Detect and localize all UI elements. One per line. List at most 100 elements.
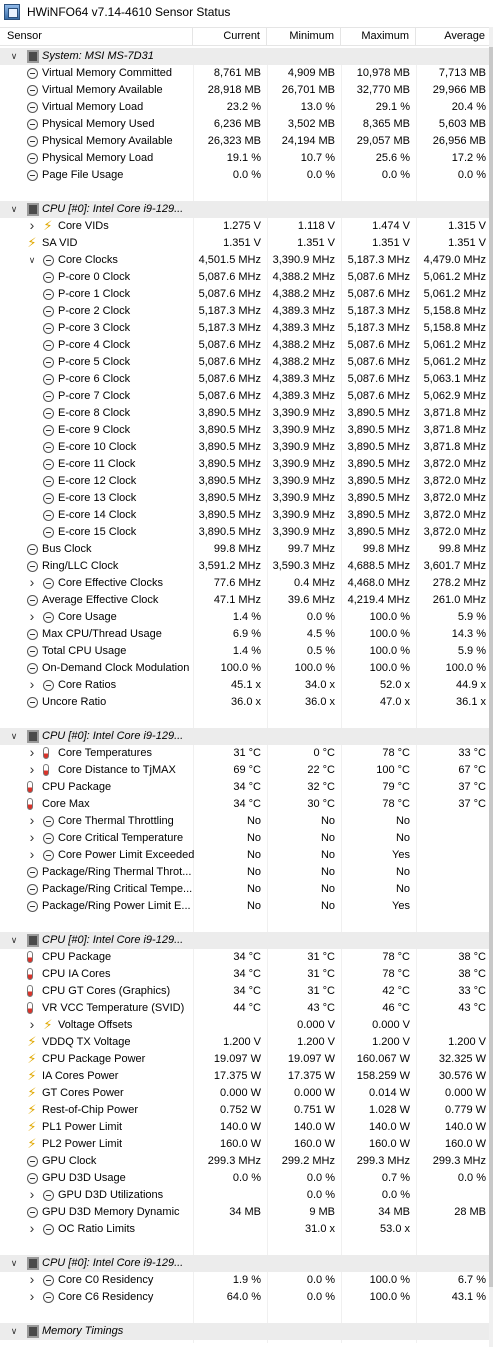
column-header-average[interactable]: Average <box>416 28 489 46</box>
expand-chevron-icon[interactable] <box>27 813 37 830</box>
sensor-row[interactable]: CPU Package 34 °C 32 °C 79 °C 37 °C <box>0 779 489 796</box>
sensor-row[interactable]: ⚡ VDDQ TX Voltage 1.200 V 1.200 V 1.200 V 1.2… <box>0 1034 489 1051</box>
sensor-row[interactable]: CPU IA Cores 34 °C 31 °C 78 °C 38 °C <box>0 966 489 983</box>
sensor-group-row[interactable]: System: MSI MS-7D31 <box>0 48 489 65</box>
sensor-row[interactable]: Virtual Memory Load 23.2 % 13.0 % 29.1 % 20.… <box>0 99 489 116</box>
sensor-row[interactable]: ⚡ IA Cores Power 17.375 W 17.375 W 158.259 W… <box>0 1068 489 1085</box>
expand-chevron-icon[interactable] <box>27 1017 37 1034</box>
sensor-row[interactable]: OC Ratio Limits 31.0 x 53.0 x <box>0 1221 489 1238</box>
sensor-row[interactable]: Physical Memory Load 19.1 % 10.7 % 25.6 % 17… <box>0 150 489 167</box>
sensor-row[interactable]: P-core 3 Clock 5,187.3 MHz 4,389.3 MHz 5,18… <box>0 320 489 337</box>
sensor-row[interactable]: E-core 10 Clock 3,890.5 MHz 3,390.9 MHz 3,8… <box>0 439 489 456</box>
sensor-row[interactable]: Virtual Memory Committed 8,761 MB 4,909 MB… <box>0 65 489 82</box>
column-header-minimum[interactable]: Minimum <box>267 28 341 46</box>
sensor-row[interactable]: P-core 7 Clock 5,087.6 MHz 4,389.3 MHz 5,08… <box>0 388 489 405</box>
vertical-scrollbar[interactable] <box>489 27 493 1347</box>
collapse-chevron-icon[interactable] <box>9 1255 19 1272</box>
sensor-row[interactable]: ⚡ GT Cores Power 0.000 W 0.000 W 0.014 W 0.00… <box>0 1085 489 1102</box>
sensor-row[interactable]: Package/Ring Power Limit E... No No Yes <box>0 898 489 915</box>
sensor-row[interactable]: ⚡ Voltage Offsets 0.000 V 0.000 V <box>0 1017 489 1034</box>
sensor-row[interactable]: E-core 15 Clock 3,890.5 MHz 3,390.9 MHz 3,8… <box>0 524 489 541</box>
sensor-row[interactable]: ⚡ SA VID 1.351 V 1.351 V 1.351 V 1.351 V <box>0 235 489 252</box>
collapse-chevron-icon[interactable] <box>9 201 19 218</box>
sensor-row[interactable]: Ring/LLC Clock 3,591.2 MHz 3,590.3 MHz 4,68… <box>0 558 489 575</box>
expand-chevron-icon[interactable] <box>27 1221 37 1238</box>
sensor-row[interactable]: P-core 2 Clock 5,187.3 MHz 4,389.3 MHz 5,18… <box>0 303 489 320</box>
sensor-row[interactable]: CPU Package 34 °C 31 °C 78 °C 38 °C <box>0 949 489 966</box>
sensor-row[interactable]: P-core 0 Clock 5,087.6 MHz 4,388.2 MHz 5,08… <box>0 269 489 286</box>
sensor-row[interactable]: Core C0 Residency 1.9 % 0.0 % 100.0 % 6.7 % <box>0 1272 489 1289</box>
column-header-sensor[interactable]: Sensor <box>0 28 193 46</box>
sensor-row[interactable]: Virtual Memory Available 28,918 MB 26,701 … <box>0 82 489 99</box>
sensor-row[interactable]: ⚡ Rest-of-Chip Power 0.752 W 0.751 W 1.028 W… <box>0 1102 489 1119</box>
sensor-row[interactable]: Core Ratios 45.1 x 34.0 x 52.0 x 44.9 x <box>0 677 489 694</box>
sensor-row[interactable]: E-core 14 Clock 3,890.5 MHz 3,390.9 MHz 3,8… <box>0 507 489 524</box>
collapse-chevron-icon[interactable] <box>9 48 19 65</box>
sensor-row[interactable]: Physical Memory Used 6,236 MB 3,502 MB 8,36… <box>0 116 489 133</box>
expand-chevron-icon[interactable] <box>27 1289 37 1306</box>
sensor-row[interactable]: E-core 11 Clock 3,890.5 MHz 3,390.9 MHz 3,8… <box>0 456 489 473</box>
sensor-row[interactable]: Core C6 Residency 64.0 % 0.0 % 100.0 % 43.1 … <box>0 1289 489 1306</box>
sensor-group-row[interactable]: CPU [#0]: Intel Core i9-129... <box>0 932 489 949</box>
sensor-row[interactable]: Core Effective Clocks 77.6 MHz 0.4 MHz 4,46… <box>0 575 489 592</box>
sensor-row[interactable]: Package/Ring Thermal Throt... No No No <box>0 864 489 881</box>
expand-chevron-icon[interactable] <box>27 575 37 592</box>
collapse-chevron-icon[interactable] <box>9 728 19 745</box>
column-header-current[interactable]: Current <box>193 28 267 46</box>
sensor-row[interactable]: Core Distance to TjMAX 69 °C 22 °C 100 °C 67… <box>0 762 489 779</box>
sensor-row[interactable]: Physical Memory Available 26,323 MB 24,194… <box>0 133 489 150</box>
expand-chevron-icon[interactable] <box>27 762 37 779</box>
collapse-chevron-icon[interactable] <box>9 932 19 949</box>
sensor-row[interactable]: VR VCC Temperature (SVID) 44 °C 43 °C 46 °C… <box>0 1000 489 1017</box>
sensor-group-row[interactable]: CPU [#0]: Intel Core i9-129... <box>0 728 489 745</box>
expand-chevron-icon[interactable] <box>27 847 37 864</box>
sensor-row[interactable]: E-core 12 Clock 3,890.5 MHz 3,390.9 MHz 3,8… <box>0 473 489 490</box>
sensor-row[interactable]: Bus Clock 99.8 MHz 99.7 MHz 99.8 MHz 99.8 MH… <box>0 541 489 558</box>
sensor-row[interactable]: ⚡ Core VIDs 1.275 V 1.118 V 1.474 V 1.315 V <box>0 218 489 235</box>
sensor-row[interactable]: ⚡ PL1 Power Limit 140.0 W 140.0 W 140.0 W 140… <box>0 1119 489 1136</box>
sensor-row[interactable]: Package/Ring Critical Tempe... No No No <box>0 881 489 898</box>
expand-chevron-icon[interactable] <box>27 677 37 694</box>
collapse-chevron-icon[interactable] <box>9 1323 19 1340</box>
clock-icon <box>27 1207 38 1218</box>
sensor-row[interactable]: Uncore Ratio 36.0 x 36.0 x 47.0 x 36.1 x <box>0 694 489 711</box>
sensor-row[interactable]: CPU GT Cores (Graphics) 34 °C 31 °C 42 °C 33… <box>0 983 489 1000</box>
sensor-row[interactable]: P-core 6 Clock 5,087.6 MHz 4,389.3 MHz 5,08… <box>0 371 489 388</box>
sensor-row[interactable]: Core Clocks 4,501.5 MHz 3,390.9 MHz 5,187.3… <box>0 252 489 269</box>
sensor-row[interactable]: ⚡ CPU Package Power 19.097 W 19.097 W 160.06… <box>0 1051 489 1068</box>
sensor-row[interactable]: GPU D3D Utilizations 0.0 % 0.0 % <box>0 1187 489 1204</box>
expand-chevron-icon[interactable] <box>27 609 37 626</box>
expand-chevron-icon[interactable] <box>27 218 37 235</box>
column-header-maximum[interactable]: Maximum <box>341 28 416 46</box>
sensor-group-row[interactable]: Memory Timings <box>0 1323 489 1340</box>
sensor-row[interactable]: Core Temperatures 31 °C 0 °C 78 °C 33 °C <box>0 745 489 762</box>
sensor-row[interactable]: P-core 1 Clock 5,087.6 MHz 4,388.2 MHz 5,08… <box>0 286 489 303</box>
sensor-row[interactable]: ⚡ PL2 Power Limit 160.0 W 160.0 W 160.0 W 160… <box>0 1136 489 1153</box>
expand-chevron-icon[interactable] <box>27 745 37 762</box>
sensor-row[interactable]: Core Thermal Throttling No No No <box>0 813 489 830</box>
sensor-row[interactable]: E-core 13 Clock 3,890.5 MHz 3,390.9 MHz 3,8… <box>0 490 489 507</box>
sensor-row[interactable]: Core Usage 1.4 % 0.0 % 100.0 % 5.9 % <box>0 609 489 626</box>
sensor-row[interactable]: E-core 8 Clock 3,890.5 MHz 3,390.9 MHz 3,89… <box>0 405 489 422</box>
collapse-chevron-icon[interactable] <box>27 252 37 269</box>
sensor-row[interactable]: P-core 5 Clock 5,087.6 MHz 4,388.2 MHz 5,08… <box>0 354 489 371</box>
sensor-row[interactable]: GPU Clock 299.3 MHz 299.2 MHz 299.3 MHz 299.… <box>0 1153 489 1170</box>
sensor-row[interactable]: Core Max 34 °C 30 °C 78 °C 37 °C <box>0 796 489 813</box>
sensor-row[interactable]: Total CPU Usage 1.4 % 0.5 % 100.0 % 5.9 % <box>0 643 489 660</box>
sensor-row[interactable]: On-Demand Clock Modulation 100.0 % 100.0 %… <box>0 660 489 677</box>
expand-chevron-icon[interactable] <box>27 1272 37 1289</box>
sensor-row[interactable]: Max CPU/Thread Usage 6.9 % 4.5 % 100.0 % 14.… <box>0 626 489 643</box>
sensor-group-row[interactable]: CPU [#0]: Intel Core i9-129... <box>0 1255 489 1272</box>
sensor-row[interactable]: GPU D3D Memory Dynamic 34 MB 9 MB 34 MB 28 M… <box>0 1204 489 1221</box>
scrollbar-thumb[interactable] <box>489 47 493 1287</box>
expand-chevron-icon[interactable] <box>27 830 37 847</box>
sensor-row[interactable]: Core Critical Temperature No No No <box>0 830 489 847</box>
sensor-row[interactable]: Core Power Limit Exceeded No No Yes <box>0 847 489 864</box>
sensor-row[interactable]: GPU D3D Usage 0.0 % 0.0 % 0.7 % 0.0 % <box>0 1170 489 1187</box>
sensor-row[interactable]: E-core 9 Clock 3,890.5 MHz 3,390.9 MHz 3,89… <box>0 422 489 439</box>
sensor-row[interactable]: Average Effective Clock 47.1 MHz 39.6 MHz 4… <box>0 592 489 609</box>
expand-chevron-icon[interactable] <box>27 1187 37 1204</box>
sensor-row[interactable]: Page File Usage 0.0 % 0.0 % 0.0 % 0.0 % <box>0 167 489 184</box>
sensor-group-row[interactable]: CPU [#0]: Intel Core i9-129... <box>0 201 489 218</box>
sensor-row[interactable]: P-core 4 Clock 5,087.6 MHz 4,388.2 MHz 5,08… <box>0 337 489 354</box>
